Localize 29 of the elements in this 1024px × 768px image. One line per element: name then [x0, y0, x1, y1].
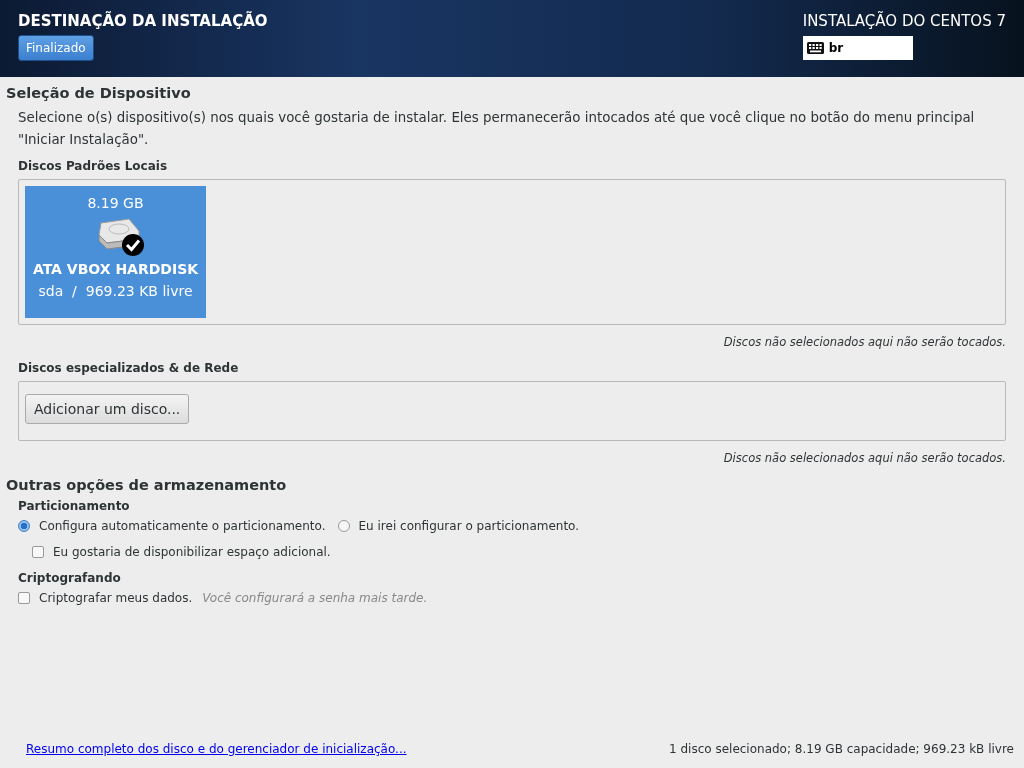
product-title: INSTALAÇÃO DO CENTOS 7	[802, 12, 1006, 30]
checkbox-indicator[interactable]	[18, 592, 30, 604]
partitioning-radio[interactable]: Configura automaticamente o particionamento.	[18, 519, 326, 533]
encryption-hint: Você configurará a senha mais tarde.	[202, 591, 428, 605]
keyboard-layout-text: br	[828, 41, 844, 55]
subsection-title: Particionamento	[18, 499, 131, 513]
subsection-title: Criptografando	[18, 571, 122, 585]
partitioning-radio[interactable]: Eu irei configurar o particionamento.	[337, 519, 580, 533]
subsection-title: Discos especializados & de Rede	[18, 361, 240, 375]
extra-space-checkbox[interactable]: Eu gostaria de disponibilizar espaço adicional.	[32, 545, 331, 559]
radio-indicator[interactable]	[337, 520, 350, 532]
keyboard-layout-field[interactable]: br	[802, 36, 913, 60]
disk-device-info: sda / 969.23 KB livre	[38, 283, 193, 299]
add-disk-button[interactable]: Adicionar um disco...	[25, 394, 190, 424]
disk-name: ATA VBOX HARDDISK	[32, 261, 199, 277]
page-title: DESTINAÇÃO DA INSTALAÇÃO	[18, 12, 268, 30]
full-summary-link[interactable]: Resumo completo dos disco e do gerenciador de inicialização...	[26, 742, 407, 756]
keyboard-icon	[806, 42, 824, 54]
disk-note: Discos não selecionados aqui não serão tocados.	[722, 335, 1006, 349]
subsection-title: Discos Padrões Locais	[18, 159, 169, 173]
selection-summary: 1 disco selecionado; 8.19 GB capacidade; 969.23 kB livre	[669, 742, 1014, 756]
disk-note: Discos não selecionados aqui não serão tocados.	[722, 451, 1006, 465]
section-title: Seleção de Dispositivo	[6, 85, 192, 101]
encrypt-checkbox[interactable]: Criptografar meus dados.	[18, 591, 193, 605]
checkbox-indicator[interactable]	[32, 546, 44, 558]
section-title: Outras opções de armazenamento	[6, 477, 288, 493]
radio-indicator[interactable]	[18, 520, 30, 532]
disk-size: 8.19 GB	[87, 195, 144, 211]
description-text: Selecione o(s) dispositivo(s) nos quais você gostaria de instalar. Eles permanecerão intocados até que você clique no botão do menu principal "Iniciar Instalação".	[18, 109, 976, 149]
